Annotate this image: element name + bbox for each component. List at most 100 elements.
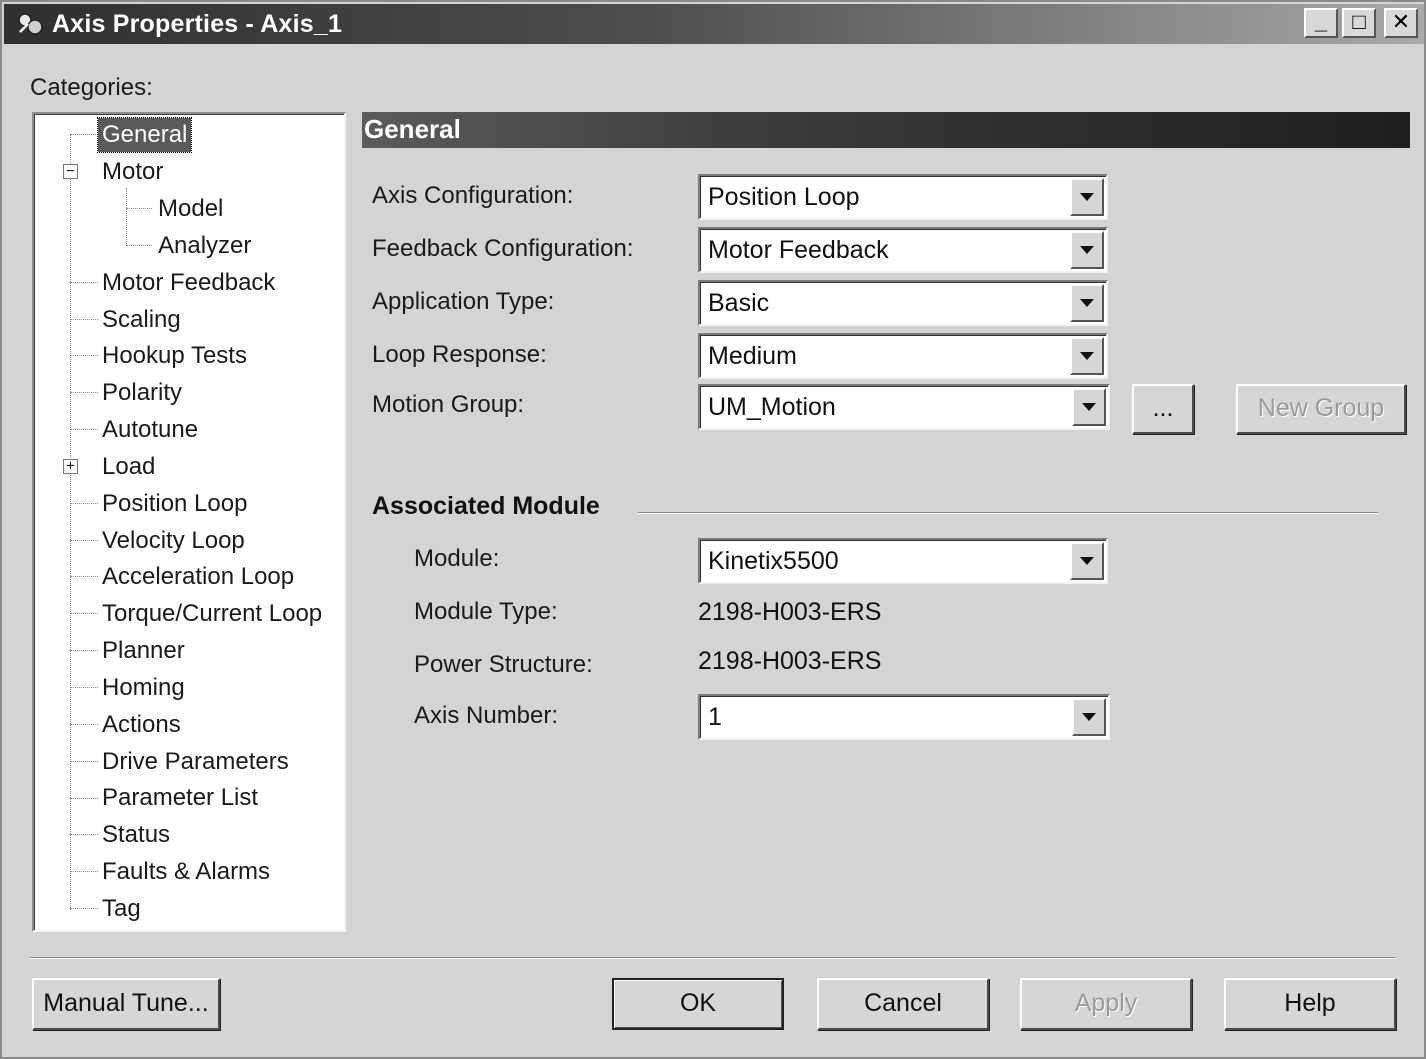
power-structure-value: 2198-H003-ERS	[698, 647, 882, 675]
tree-item-analyzer[interactable]: Analyzer	[154, 229, 255, 263]
associated-module-title: Associated Module	[372, 492, 600, 520]
tree-item-motor-feedback[interactable]: Motor Feedback	[98, 266, 279, 300]
tree-branch	[70, 392, 98, 393]
maximize-icon: □	[1352, 9, 1366, 34]
application-type-select[interactable]: Basic	[698, 280, 1108, 326]
module-label: Module:	[414, 545, 500, 572]
feedback-configuration-select[interactable]: Motor Feedback	[698, 227, 1108, 273]
loop-response-label: Loop Response:	[372, 341, 547, 368]
tree-item-velocity-loop[interactable]: Velocity Loop	[98, 524, 249, 558]
tree-item-drive-parameters[interactable]: Drive Parameters	[98, 745, 293, 779]
tree-branch	[70, 761, 98, 762]
tree-item-model[interactable]: Model	[154, 192, 227, 226]
tree-item-polarity[interactable]: Polarity	[98, 376, 186, 410]
tree-branch	[70, 319, 98, 320]
new-group-button[interactable]: New Group	[1236, 384, 1406, 434]
motion-group-select[interactable]: UM_Motion	[698, 384, 1110, 430]
chevron-down-icon[interactable]	[1070, 231, 1104, 269]
module-select[interactable]: Kinetix5500	[698, 538, 1108, 584]
manual-tune-button[interactable]: Manual Tune...	[32, 978, 220, 1030]
categories-tree[interactable]: − + General Motor Model Analyzer Motor F…	[32, 112, 346, 932]
motion-group-label: Motion Group:	[372, 391, 525, 418]
title-bar[interactable]: Axis Properties - Axis_1 _ □ ✕	[4, 4, 1424, 44]
tree-item-position-loop[interactable]: Position Loop	[98, 487, 251, 521]
tree-branch	[70, 834, 98, 835]
maximize-button[interactable]: □	[1342, 8, 1376, 38]
chevron-down-icon[interactable]	[1070, 337, 1104, 375]
axis-configuration-value: Position Loop	[708, 183, 860, 211]
tree-branch	[70, 687, 98, 688]
tree-item-status[interactable]: Status	[98, 818, 174, 852]
section-header-general: General	[362, 112, 1410, 148]
collapse-motor-icon[interactable]: −	[63, 164, 78, 179]
categories-label: Categories:	[30, 74, 153, 101]
tree-connector-motor	[126, 188, 127, 244]
application-type-value: Basic	[708, 289, 770, 317]
chevron-down-icon[interactable]	[1072, 388, 1106, 426]
tree-branch	[70, 503, 98, 504]
tree-branch	[126, 208, 152, 209]
close-button[interactable]: ✕	[1384, 8, 1418, 38]
tree-item-motor[interactable]: Motor	[98, 155, 167, 189]
tree-branch	[70, 871, 98, 872]
tree-item-scaling[interactable]: Scaling	[98, 303, 185, 337]
tree-item-general[interactable]: General	[96, 117, 193, 153]
axis-configuration-label: Axis Configuration:	[372, 182, 574, 209]
feedback-configuration-label: Feedback Configuration:	[372, 235, 634, 262]
tree-branch	[70, 908, 98, 909]
tree-item-faults-alarms[interactable]: Faults & Alarms	[98, 855, 274, 889]
power-structure-label: Power Structure:	[414, 651, 593, 678]
associated-module-divider	[638, 512, 1378, 514]
axis-app-icon	[18, 13, 43, 35]
axis-number-select[interactable]: 1	[698, 694, 1110, 740]
cancel-button[interactable]: Cancel	[817, 978, 989, 1030]
close-icon: ✕	[1391, 9, 1411, 34]
axis-properties-window: Axis Properties - Axis_1 _ □ ✕ Categorie…	[0, 0, 1426, 1059]
chevron-down-icon[interactable]	[1070, 284, 1104, 322]
browse-motion-group-button[interactable]: ...	[1132, 384, 1194, 434]
tree-branch	[70, 576, 98, 577]
ok-button[interactable]: OK	[612, 978, 784, 1030]
axis-configuration-select[interactable]: Position Loop	[698, 174, 1108, 220]
footer-separator	[30, 957, 1396, 959]
tree-branch	[70, 355, 98, 356]
window-title: Axis Properties - Axis_1	[52, 10, 343, 38]
tree-item-hookup-tests[interactable]: Hookup Tests	[98, 339, 251, 373]
motion-group-value: UM_Motion	[708, 393, 836, 421]
module-type-label: Module Type:	[414, 598, 558, 625]
tree-branch	[70, 282, 98, 283]
tree-item-homing[interactable]: Homing	[98, 671, 189, 705]
apply-button[interactable]: Apply	[1020, 978, 1192, 1030]
axis-number-value: 1	[708, 703, 722, 731]
loop-response-value: Medium	[708, 342, 797, 370]
tree-item-torque-current-loop[interactable]: Torque/Current Loop	[98, 597, 326, 631]
help-button[interactable]: Help	[1224, 978, 1396, 1030]
tree-item-tag[interactable]: Tag	[98, 892, 145, 926]
chevron-down-icon[interactable]	[1070, 542, 1104, 580]
module-type-value: 2198-H003-ERS	[698, 598, 882, 626]
tree-branch	[70, 650, 98, 651]
chevron-down-icon[interactable]	[1072, 698, 1106, 736]
tree-connector-main	[70, 134, 71, 910]
tree-branch	[70, 134, 98, 135]
module-value: Kinetix5500	[708, 547, 839, 575]
tree-item-autotune[interactable]: Autotune	[98, 413, 202, 447]
chevron-down-icon[interactable]	[1070, 178, 1104, 216]
tree-branch	[70, 724, 98, 725]
tree-branch	[70, 540, 98, 541]
tree-branch	[70, 429, 98, 430]
tree-branch	[126, 245, 152, 246]
feedback-configuration-value: Motor Feedback	[708, 236, 889, 264]
loop-response-select[interactable]: Medium	[698, 333, 1108, 379]
minimize-button[interactable]: _	[1304, 8, 1338, 38]
axis-number-label: Axis Number:	[414, 702, 559, 729]
tree-item-load[interactable]: Load	[98, 450, 159, 484]
expand-load-icon[interactable]: +	[63, 459, 78, 474]
minimize-icon: _	[1314, 9, 1328, 34]
tree-branch	[70, 613, 98, 614]
tree-item-actions[interactable]: Actions	[98, 708, 185, 742]
tree-item-planner[interactable]: Planner	[98, 634, 189, 668]
application-type-label: Application Type:	[372, 288, 555, 315]
tree-item-acceleration-loop[interactable]: Acceleration Loop	[98, 560, 298, 594]
tree-item-parameter-list[interactable]: Parameter List	[98, 781, 262, 815]
